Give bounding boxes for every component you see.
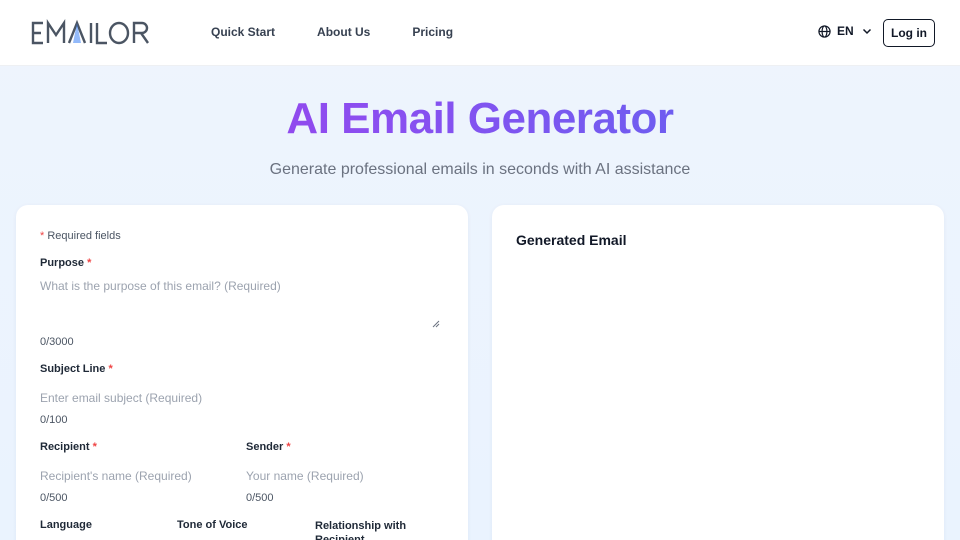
subject-label: Subject Line * xyxy=(40,363,113,375)
subject-counter: 0/100 xyxy=(40,414,68,426)
purpose-label: Purpose * xyxy=(40,257,91,269)
tone-label: Tone of Voice xyxy=(177,519,248,531)
language-selector[interactable]: EN xyxy=(818,24,872,38)
resize-handle-icon[interactable] xyxy=(432,320,440,328)
generated-email-card: Generated Email xyxy=(492,205,944,540)
top-header: Quick Start About Us Pricing EN Log in xyxy=(0,0,960,66)
emailor-logo[interactable] xyxy=(31,19,157,47)
purpose-placeholder: What is the purpose of this email? (Requ… xyxy=(40,279,281,293)
recipient-counter: 0/500 xyxy=(40,492,68,504)
language-code: EN xyxy=(837,24,854,38)
page-subtitle: Generate professional emails in seconds … xyxy=(269,161,691,178)
purpose-counter: 0/3000 xyxy=(40,336,74,348)
nav-about-us[interactable]: About Us xyxy=(317,24,370,40)
sender-label-text: Sender xyxy=(246,441,284,453)
main-nav: Quick Start About Us Pricing xyxy=(211,24,495,40)
sender-placeholder: Your name (Required) xyxy=(246,469,364,483)
relationship-label: Relationship with Recipient xyxy=(315,520,407,540)
language-label: Language xyxy=(40,519,92,531)
sender-counter: 0/500 xyxy=(246,492,274,504)
required-star: * xyxy=(87,257,92,269)
required-star: * xyxy=(108,363,113,375)
nav-pricing[interactable]: Pricing xyxy=(412,24,453,40)
required-star: * xyxy=(40,230,45,242)
required-fields-text: Required fields xyxy=(47,230,121,242)
subject-placeholder: Enter email subject (Required) xyxy=(40,391,203,405)
chevron-down-icon xyxy=(862,28,871,35)
purpose-label-text: Purpose xyxy=(40,257,85,269)
recipient-placeholder: Recipient's name (Required) xyxy=(40,469,192,483)
sender-input[interactable]: Your name (Required) xyxy=(246,469,440,483)
globe-icon xyxy=(818,24,831,38)
page-title: AI Email Generator xyxy=(0,92,960,146)
required-fields-note: * Required fields xyxy=(40,230,121,242)
sender-label: Sender * xyxy=(246,441,291,453)
login-button[interactable]: Log in xyxy=(883,19,935,47)
generated-email-title: Generated Email xyxy=(516,232,627,248)
nav-quick-start[interactable]: Quick Start xyxy=(211,24,275,40)
recipient-input[interactable]: Recipient's name (Required) xyxy=(40,469,230,483)
email-form-card: * Required fields Purpose * What is the … xyxy=(16,205,468,540)
recipient-label-text: Recipient xyxy=(40,441,90,453)
required-star: * xyxy=(286,441,291,453)
subject-input[interactable]: Enter email subject (Required) xyxy=(40,391,440,405)
recipient-label: Recipient * xyxy=(40,441,97,453)
required-star: * xyxy=(92,441,97,453)
subject-label-text: Subject Line xyxy=(40,363,106,375)
purpose-textarea[interactable]: What is the purpose of this email? (Requ… xyxy=(40,279,440,331)
